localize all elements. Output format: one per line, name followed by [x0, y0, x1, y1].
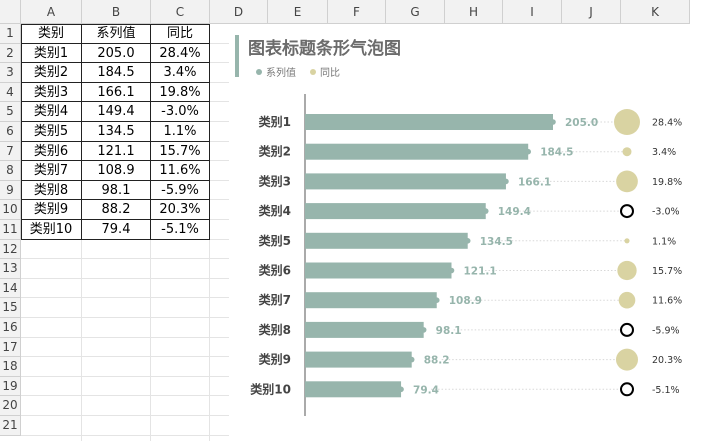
table-cell[interactable]: 类别2: [21, 63, 82, 83]
table-cell[interactable]: 3.4%: [151, 63, 210, 83]
row-header-2[interactable]: 2: [0, 43, 21, 64]
table-cell[interactable]: 19.8%: [151, 82, 210, 103]
table-cell[interactable]: 类别1: [21, 43, 82, 64]
column-header-h[interactable]: H: [445, 0, 503, 24]
column-header-i[interactable]: I: [503, 0, 562, 24]
title-accent-bar: [235, 35, 239, 77]
legend-series-label: 系列值: [266, 68, 296, 79]
table-cell[interactable]: 28.4%: [151, 43, 210, 64]
column-header-a[interactable]: A: [21, 0, 82, 24]
column-header-c[interactable]: C: [151, 0, 210, 24]
row-header-13[interactable]: 13: [0, 259, 21, 279]
legend-yoy-label: 同比: [320, 68, 340, 79]
row-header-8[interactable]: 8: [0, 161, 21, 181]
chart-legend[interactable]: 系列值 同比: [256, 64, 340, 79]
row-header-5[interactable]: 5: [0, 102, 21, 122]
table-cell[interactable]: 20.3%: [151, 200, 210, 220]
legend-series-dot: [256, 68, 262, 75]
table-cell[interactable]: 类别7: [21, 161, 82, 181]
table-cell[interactable]: 88.2: [82, 200, 151, 220]
row-header-10[interactable]: 10: [0, 200, 21, 220]
table-cell[interactable]: -5.1%: [151, 220, 210, 240]
row-header-21[interactable]: 21: [0, 416, 21, 436]
select-all-corner[interactable]: [0, 0, 21, 24]
table-cell[interactable]: 166.1: [82, 82, 151, 103]
row-header-9[interactable]: 9: [0, 180, 21, 201]
row-header-14[interactable]: 14: [0, 278, 21, 299]
row-header-6[interactable]: 6: [0, 122, 21, 142]
table-cell[interactable]: -3.0%: [151, 102, 210, 122]
table-header-cell[interactable]: 类别: [21, 24, 82, 44]
column-header-k[interactable]: K: [621, 0, 690, 24]
table-cell[interactable]: 1.1%: [151, 122, 210, 142]
table-cell[interactable]: 类别10: [21, 220, 82, 240]
column-header-e[interactable]: E: [268, 0, 328, 24]
table-cell[interactable]: 134.5: [82, 122, 151, 142]
row-header-12[interactable]: 12: [0, 239, 21, 260]
legend-item-yoy: 同比: [310, 64, 340, 79]
table-cell[interactable]: 类别9: [21, 200, 82, 220]
row-header-4[interactable]: 4: [0, 82, 21, 103]
legend-item-series: 系列值: [256, 64, 296, 79]
row-header-3[interactable]: 3: [0, 63, 21, 83]
row-header-19[interactable]: 19: [0, 376, 21, 397]
table-cell[interactable]: 15.7%: [151, 141, 210, 162]
table-cell[interactable]: 类别6: [21, 141, 82, 162]
table-cell[interactable]: 184.5: [82, 63, 151, 83]
column-header-j[interactable]: J: [562, 0, 621, 24]
table-cell[interactable]: 79.4: [82, 220, 151, 240]
row-header-1[interactable]: 1: [0, 24, 21, 44]
row-header-16[interactable]: 16: [0, 318, 21, 338]
table-cell[interactable]: 类别4: [21, 102, 82, 122]
row-header-20[interactable]: 20: [0, 396, 21, 416]
row-header-15[interactable]: 15: [0, 298, 21, 318]
table-cell[interactable]: 108.9: [82, 161, 151, 181]
row-header-7[interactable]: 7: [0, 141, 21, 162]
legend-yoy-dot: [310, 68, 316, 75]
table-cell[interactable]: 149.4: [82, 102, 151, 122]
table-cell[interactable]: 205.0: [82, 43, 151, 64]
row-header-18[interactable]: 18: [0, 357, 21, 377]
table-cell[interactable]: 98.1: [82, 180, 151, 201]
table-cell[interactable]: 121.1: [82, 141, 151, 162]
row-header-11[interactable]: 11: [0, 220, 21, 240]
table-header-cell[interactable]: 同比: [151, 24, 210, 44]
column-header-d[interactable]: D: [210, 0, 268, 24]
table-cell[interactable]: 11.6%: [151, 161, 210, 181]
table-cell[interactable]: -5.9%: [151, 180, 210, 201]
row-header-17[interactable]: 17: [0, 337, 21, 358]
chart-area[interactable]: [229, 24, 720, 441]
table-cell[interactable]: 类别3: [21, 82, 82, 103]
column-header-f[interactable]: F: [328, 0, 386, 24]
table-cell[interactable]: 类别5: [21, 122, 82, 142]
column-header-b[interactable]: B: [82, 0, 151, 24]
table-header-cell[interactable]: 系列值: [82, 24, 151, 44]
chart-title[interactable]: 图表标题条形气泡图: [248, 34, 401, 59]
column-header-g[interactable]: G: [386, 0, 445, 24]
table-cell[interactable]: 类别8: [21, 180, 82, 201]
